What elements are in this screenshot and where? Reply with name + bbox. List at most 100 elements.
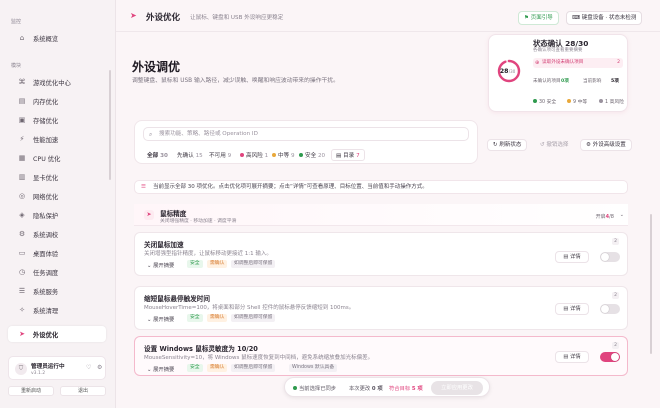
filter-confirm[interactable]: 先确认 15	[177, 151, 203, 159]
page-subtitle: 让鼠标、键盘和 USB 外设响应更稳定	[190, 15, 284, 21]
option-card-active[interactable]: 设置 Windows 鼠标灵敏度为 10/20 MouseSensitivity…	[134, 336, 628, 376]
status-row: 未确认的项目 0项 当前影响 5项	[533, 79, 619, 84]
status-ring-value: 28	[500, 68, 509, 75]
cpu-icon: ▦	[18, 154, 26, 162]
apply-changes-button[interactable]: 立即应用更改	[431, 381, 483, 395]
sidebar-scrollbar[interactable]	[109, 70, 111, 180]
service-icon: ☰	[18, 287, 26, 295]
detail-button[interactable]: ▤ 详情	[555, 351, 589, 363]
guide-icon: ⚑	[524, 15, 531, 21]
sidebar-item-network[interactable]: ◎ 网络优化	[8, 188, 106, 204]
pill-count: 2	[617, 60, 620, 65]
network-icon: ◎	[18, 192, 26, 200]
option-toggle[interactable]	[600, 352, 620, 362]
filter-unavailable[interactable]: 不可用 9	[209, 151, 231, 159]
cursor-icon: ➤	[19, 330, 25, 338]
tag-confirm: 需确认	[207, 314, 228, 322]
advanced-settings-button[interactable]: ⚙ 外设高级设置	[580, 139, 632, 151]
restart-button[interactable]: 重新启动	[8, 386, 54, 396]
option-title: 关闭鼠标加速	[144, 241, 184, 249]
device-status-button[interactable]: ⌨ 键盘设备 · 状态未检测	[566, 11, 643, 25]
sidebar-item-clean[interactable]: ✧ 系统清理	[8, 302, 106, 318]
sidebar-item-schedule[interactable]: ◷ 任务调度	[8, 264, 106, 280]
settings-icon[interactable]: ⚙	[97, 364, 102, 371]
schedule-icon: ◷	[18, 268, 26, 276]
refresh-status-button[interactable]: ↻ 刷新状态	[487, 139, 528, 151]
option-title: 设置 Windows 鼠标灵敏度为 10/20	[144, 345, 258, 353]
legend-safe: 30 安全	[533, 98, 556, 105]
filter-safe[interactable]: 安全 20	[299, 151, 325, 159]
keyboard-icon: ⌨	[572, 15, 582, 21]
tag-safe: 安全	[187, 260, 203, 268]
group-mouse-precision[interactable]: ➤ 鼠标精度 关闭增强精度 · 移动加速 · 调度平滑 开启4/8 ⌄	[134, 204, 628, 226]
status-unconfirmed-pill[interactable]: ⊕ 读取外设未确认项目 2	[533, 58, 623, 68]
option-description: MouseHoverTime=100，将桌面和部分 Shell 控件的鼠标悬停反…	[144, 305, 355, 311]
sync-status: 当前选择已同步	[293, 384, 336, 392]
legend-high: 1 高风险	[599, 98, 624, 105]
search-input[interactable]: ⌕ 搜索功能、策略、路径或 Operation ID	[143, 127, 469, 141]
status-progress-ring: 28 /30	[497, 59, 521, 83]
sidebar-item-gpu[interactable]: ▥ 显卡优化	[8, 169, 106, 185]
gpu-icon: ▥	[18, 173, 26, 181]
tag-note: 如调整后即可保留	[231, 260, 276, 268]
cursor-logo-icon: ➤	[130, 11, 137, 20]
desktop-icon: ▭	[18, 249, 26, 257]
option-title: 缩短鼠标悬停触发时间	[144, 295, 210, 303]
option-toggle[interactable]	[600, 304, 620, 314]
exit-button[interactable]: 退出	[60, 386, 106, 396]
sidebar-item-tune[interactable]: ⚙ 系统调校	[8, 226, 106, 242]
option-card[interactable]: 缩短鼠标悬停触发时间 MouseHoverTime=100，将桌面和部分 She…	[134, 286, 628, 330]
sidebar-item-memory[interactable]: ▤ 内存优化	[8, 93, 106, 109]
filter-all[interactable]: 全部 30	[147, 151, 168, 159]
filter-catalog[interactable]: ▤ 目录 7	[331, 149, 365, 161]
chevron-down-icon[interactable]: ⌄	[620, 212, 624, 218]
filter-high-risk[interactable]: 高风险 1	[240, 151, 268, 159]
gamepad-icon: ⌘	[18, 78, 26, 86]
expand-summary-button[interactable]: ⌄ 展开摘要	[147, 261, 174, 269]
sidebar-item-desktop[interactable]: ▭ 桌面体验	[8, 245, 106, 261]
revoke-selection-button[interactable]: ↺ 撤销选择	[534, 139, 574, 151]
option-description: MouseSensitivity=10，将 Windows 鼠标速度恢复到中间档…	[144, 355, 374, 361]
hero-description: 调整键盘、鼠标和 USB 输入路径，减少误触、唤醒和响应波动带来的操作干扰。	[132, 78, 339, 84]
heart-icon[interactable]: ♡	[86, 364, 91, 371]
mouse-icon: ⊕	[535, 60, 540, 66]
user-name: 管理员运行中	[31, 364, 65, 370]
search-icon: ⌕	[149, 131, 153, 138]
clean-icon: ✧	[19, 306, 25, 314]
option-badge: 2	[612, 238, 619, 245]
sidebar-item-peripheral[interactable]: ➤ 外设优化	[8, 326, 106, 342]
target-count: 符合目标 5 项	[389, 386, 423, 392]
detail-button[interactable]: ▤ 详情	[555, 251, 589, 263]
home-icon: ⌂	[19, 34, 25, 42]
top-bar: ➤ 外设优化 让鼠标、键盘和 USB 外设响应更稳定 ⚑ 页面引导 ⌨ 键盘设备…	[116, 0, 660, 32]
cursor-icon: ➤	[144, 210, 154, 220]
sidebar-item-overview[interactable]: ⌂ 系统概览	[8, 30, 106, 46]
option-toggle[interactable]	[600, 252, 620, 262]
sidebar-item-game[interactable]: ⌘ 游戏优化中心	[8, 74, 106, 90]
expand-summary-button[interactable]: ⌄ 展开摘要	[147, 315, 174, 323]
expand-summary-button[interactable]: ⌄ 展开摘要	[147, 365, 174, 373]
search-filter-card: ⌕ 搜索功能、策略、路径或 Operation ID 全部 30 先确认 15 …	[134, 120, 478, 164]
page-guide-button[interactable]: ⚑ 页面引导	[518, 11, 559, 25]
sidebar-item-cpu[interactable]: ▦ CPU 优化	[8, 150, 106, 166]
sidebar: 监控 ⌂ 系统概览 模块 ⌘ 游戏优化中心 ▤ 内存优化 ▣ 存储优化 ⚡ 性能加速 ▦ C…	[0, 0, 116, 408]
app-version: v3.1.2	[31, 371, 46, 376]
option-card[interactable]: 关闭鼠标加速 关闭增强型指针精度，让鼠标移动更接近 1:1 输入。 ⌄ 展开摘要…	[134, 232, 628, 276]
detail-button[interactable]: ▤ 详情	[555, 303, 589, 315]
status-ring-total: /30	[509, 69, 516, 74]
sidebar-item-storage[interactable]: ▣ 存储优化	[8, 112, 106, 128]
filter-medium[interactable]: 中等 9	[272, 151, 295, 159]
sidebar-item-speed[interactable]: ⚡ 性能加速	[8, 131, 106, 147]
option-description: 关闭增强型指针精度，让鼠标移动更接近 1:1 输入。	[144, 251, 272, 257]
user-card: ⛉ 管理员运行中 v3.1.2 ♡ ⚙	[8, 356, 106, 380]
group-count: 开启4/8	[595, 214, 614, 220]
main-scrollbar[interactable]	[650, 214, 652, 354]
status-subtitle: 各确认项可查看重要摘要	[533, 48, 583, 53]
memory-icon: ▤	[18, 97, 26, 105]
sidebar-item-service[interactable]: ☰ 系统服务	[8, 283, 106, 299]
status-card: 28 /30 状态确认 28/30 各确认项可查看重要摘要 ⊕ 读取外设未确认项…	[488, 34, 628, 112]
option-badge: 2	[612, 342, 619, 349]
tag-confirm: 需确认	[207, 260, 228, 268]
sidebar-item-privacy[interactable]: ◈ 隐私保护	[8, 207, 106, 223]
sidebar-section-monitor: 监控	[11, 19, 22, 25]
